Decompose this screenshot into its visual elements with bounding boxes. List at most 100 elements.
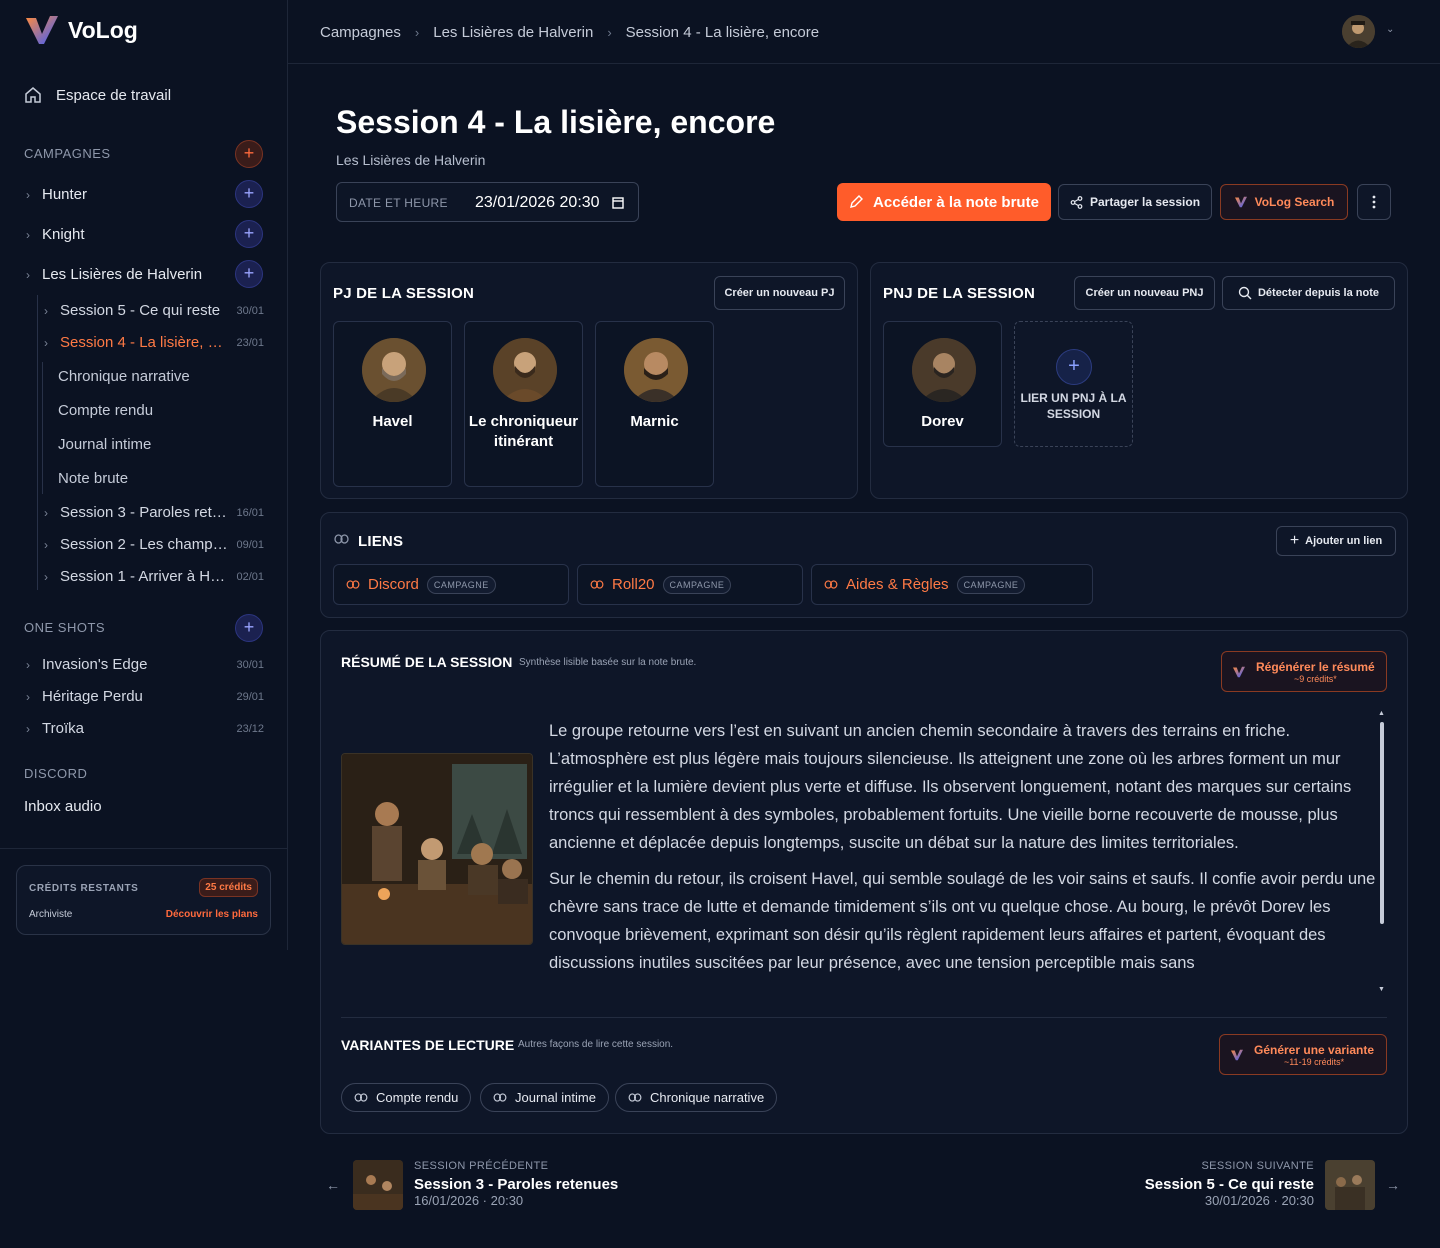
scrollbar-thumb[interactable] <box>1380 722 1384 924</box>
date-time-value: 23/01/2026 20:30 <box>475 194 600 211</box>
character-card[interactable]: Marnic <box>595 321 714 487</box>
subitem-journal[interactable]: Journal intime <box>58 436 151 453</box>
oneshot-item[interactable]: › Héritage Perdu 29/01 <box>26 688 264 705</box>
add-session-button[interactable]: + <box>235 220 263 248</box>
breadcrumb-item: Session 4 - La lisière, encore <box>625 24 820 41</box>
chevron-down-icon[interactable]: ⌄ <box>1386 24 1394 35</box>
link-item[interactable]: Discord CAMPAGNE <box>333 564 569 605</box>
more-options-button[interactable] <box>1357 184 1391 220</box>
character-name: Marnic <box>630 413 679 430</box>
credits-panel: CRÉDITS RESTANTS 25 crédits Archiviste D… <box>16 865 271 935</box>
breadcrumb: Campagnes › Les Lisières de Halverin › S… <box>320 24 819 41</box>
generate-variant-button[interactable]: Générer une variante ~11-19 crédits* <box>1219 1034 1387 1075</box>
session-item[interactable]: › Session 5 - Ce qui reste 30/01 <box>44 302 264 319</box>
link-name: Discord <box>368 576 419 593</box>
oneshot-title: Invasion's Edge <box>42 656 148 673</box>
campaign-item-hunter[interactable]: › Hunter <box>26 186 87 203</box>
add-session-button[interactable]: + <box>235 260 263 288</box>
add-link-button[interactable]: + Ajouter un lien <box>1276 526 1396 556</box>
button-label: Ajouter un lien <box>1305 535 1383 547</box>
session-date: 02/01 <box>236 570 264 583</box>
add-oneshot-button[interactable]: + <box>235 614 263 642</box>
avatar[interactable] <box>1342 15 1375 48</box>
campaign-label: Knight <box>42 226 85 243</box>
subitem-note-brute[interactable]: Note brute <box>58 470 128 487</box>
discord-section-label: DISCORD <box>24 766 88 781</box>
create-pj-button[interactable]: Créer un nouveau PJ <box>714 276 845 310</box>
button-label: VoLog Search <box>1254 195 1335 209</box>
detect-from-note-button[interactable]: Détecter depuis la note <box>1222 276 1395 310</box>
summary-scrollbar[interactable]: ▲ ▼ <box>1378 710 1386 997</box>
calendar-icon[interactable] <box>612 196 624 209</box>
scroll-up-icon[interactable]: ▲ <box>1378 710 1385 717</box>
link-tag: CAMPAGNE <box>956 575 1026 594</box>
nav-date: 16/01/2026 · 20:30 <box>414 1193 524 1208</box>
link-item[interactable]: Aides & Règles CAMPAGNE <box>811 564 1093 605</box>
summary-paragraph: Le groupe retourne vers l’est en suivant… <box>549 722 1352 852</box>
session-item-active[interactable]: › Session 4 - La lisière, encore 23/01 <box>44 334 264 351</box>
inbox-audio-link[interactable]: Inbox audio <box>24 798 102 815</box>
variant-pill[interactable]: Chronique narrative <box>615 1083 778 1112</box>
button-label: Partager la session <box>1089 195 1201 209</box>
variant-pill[interactable]: Journal intime <box>480 1083 609 1112</box>
link-pnj-button[interactable]: + LIER UN PNJ À LA SESSION <box>1014 321 1133 447</box>
session-item[interactable]: › Session 3 - Paroles retenues 16/01 <box>44 504 264 521</box>
logo[interactable]: VoLog <box>24 14 138 46</box>
chevron-right-icon: › <box>44 569 48 584</box>
session-date: 16/01 <box>236 506 264 519</box>
credits-badge: 25 crédits <box>199 878 258 897</box>
discover-plans-link[interactable]: Découvrir les plans <box>166 909 258 920</box>
variants-title: VARIANTES DE LECTURE <box>341 1037 515 1053</box>
add-session-button[interactable]: + <box>235 180 263 208</box>
session-title: Session 4 - La lisière, encore <box>60 334 228 351</box>
nav-label: SESSION SUIVANTE <box>1201 1160 1314 1172</box>
campaign-label: Hunter <box>42 186 88 203</box>
home-icon <box>25 87 41 103</box>
workspace-link[interactable]: Espace de travail <box>24 86 171 104</box>
breadcrumb-item[interactable]: Les Lisières de Halverin <box>433 24 593 41</box>
campaign-item-halverin[interactable]: › Les Lisières de Halverin <box>26 266 202 283</box>
character-card[interactable]: Le chroniqueur itinérant <box>464 321 583 487</box>
breadcrumb-item[interactable]: Campagnes <box>320 24 401 41</box>
date-time-label: DATE ET HEURE <box>349 196 448 210</box>
regenerate-summary-button[interactable]: Régénérer le résumé ~9 crédits* <box>1221 651 1387 692</box>
variant-pill[interactable]: Compte rendu <box>341 1083 472 1112</box>
oneshot-item[interactable]: › Troïka 23/12 <box>26 720 264 737</box>
chevron-right-icon: › <box>44 303 48 318</box>
summary-title: RÉSUMÉ DE LA SESSION <box>341 654 513 670</box>
link-icon <box>590 580 604 589</box>
pnj-title: PNJ DE LA SESSION <box>883 285 1036 302</box>
credits-label: CRÉDITS RESTANTS <box>29 883 139 894</box>
volog-search-button[interactable]: VoLog Search <box>1220 184 1348 220</box>
link-icon <box>824 580 838 589</box>
chevron-right-icon: › <box>44 505 48 520</box>
session-title: Session 1 - Arriver à Halverin <box>60 568 229 585</box>
create-pnj-button[interactable]: Créer un nouveau PNJ <box>1074 276 1215 310</box>
subitem-compte-rendu[interactable]: Compte rendu <box>58 402 153 419</box>
oneshot-item[interactable]: › Invasion's Edge 30/01 <box>26 656 264 673</box>
link-item[interactable]: Roll20 CAMPAGNE <box>577 564 803 605</box>
campaign-item-knight[interactable]: › Knight <box>26 226 85 243</box>
share-session-button[interactable]: Partager la session <box>1058 184 1212 220</box>
pj-title: PJ DE LA SESSION <box>333 285 475 302</box>
date-time-field[interactable]: DATE ET HEURE 23/01/2026 20:30 <box>336 182 639 222</box>
volog-logo-icon <box>1234 196 1247 208</box>
session-item[interactable]: › Session 2 - Les champs… 09/01 <box>44 536 264 553</box>
character-card[interactable]: Havel <box>333 321 452 487</box>
session-item[interactable]: › Session 1 - Arriver à Halverin 02/01 <box>44 568 264 585</box>
oneshot-date: 29/01 <box>236 690 264 703</box>
chevron-right-icon: › <box>26 721 30 736</box>
plus-icon: + <box>1056 349 1092 385</box>
volog-logo-icon <box>1233 666 1245 677</box>
session-title: Session 3 - Paroles retenues <box>60 504 229 521</box>
add-campaign-button[interactable]: + <box>235 140 263 168</box>
character-card[interactable]: Dorev <box>883 321 1002 447</box>
topbar: Campagnes › Les Lisières de Halverin › S… <box>288 0 1440 64</box>
pencil-icon <box>850 195 864 208</box>
open-raw-note-button[interactable]: Accéder à la note brute <box>837 183 1051 221</box>
arrow-left-icon: ← <box>326 1177 340 1193</box>
subitem-chronique[interactable]: Chronique narrative <box>58 368 190 385</box>
scroll-down-icon[interactable]: ▼ <box>1378 986 1385 993</box>
character-portrait <box>493 338 557 402</box>
button-label: Régénérer le résumé <box>1256 659 1375 674</box>
